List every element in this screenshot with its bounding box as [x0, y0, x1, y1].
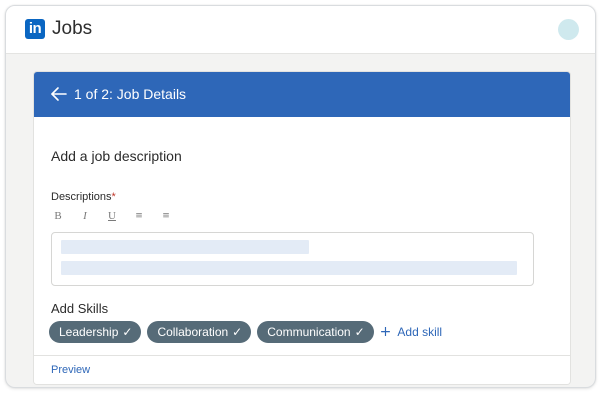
- skill-chip-collaboration[interactable]: Collaboration ✓: [147, 321, 252, 343]
- linkedin-logo[interactable]: in: [25, 19, 45, 39]
- description-label: Descriptions*: [51, 191, 116, 204]
- app-window: in Jobs 1 of 2: Job Details Add a job de…: [5, 5, 596, 388]
- job-form-card: 1 of 2: Job Details Add a job descriptio…: [33, 71, 571, 385]
- skills-title: Add Skills: [51, 301, 109, 316]
- check-icon: ✓: [232, 325, 243, 339]
- skill-chip-label: Leadership: [59, 325, 119, 339]
- skill-chip-leadership[interactable]: Leadership ✓: [49, 321, 142, 343]
- skill-chip-label: Communication: [267, 325, 351, 339]
- preview-link[interactable]: Preview: [51, 364, 90, 377]
- step-header: 1 of 2: Job Details: [34, 72, 570, 117]
- add-skill-button[interactable]: + Add skill: [380, 321, 442, 343]
- avatar[interactable]: [558, 19, 579, 40]
- plus-icon: +: [379, 324, 392, 340]
- formatting-toolbar: B I U ≡ ≡: [51, 209, 186, 223]
- skill-chip-label: Collaboration: [157, 325, 229, 339]
- top-bar: in Jobs: [6, 6, 595, 54]
- numbered-list-icon[interactable]: ≡: [159, 209, 173, 223]
- required-marker: *: [111, 191, 116, 203]
- add-skill-label: Add skill: [397, 325, 443, 339]
- description-editor[interactable]: [51, 232, 534, 286]
- check-icon: ✓: [354, 325, 365, 339]
- bulleted-list-icon[interactable]: ≡: [132, 209, 146, 223]
- underline-icon[interactable]: U: [105, 209, 119, 223]
- text-placeholder-line: [61, 261, 517, 275]
- step-title: 1 of 2: Job Details: [74, 86, 187, 102]
- skills-list: Leadership ✓ Collaboration ✓ Communication…: [49, 321, 442, 343]
- section-title: Add a job description: [51, 148, 182, 164]
- arrow-left-icon[interactable]: [49, 84, 69, 104]
- skill-chip-communication[interactable]: Communication ✓: [257, 321, 374, 343]
- italic-icon[interactable]: I: [78, 209, 92, 223]
- text-placeholder-line: [61, 240, 309, 254]
- app-title: Jobs: [52, 18, 93, 39]
- card-footer: Preview: [34, 355, 570, 384]
- description-label-text: Descriptions: [51, 191, 112, 203]
- screen: in Jobs 1 of 2: Job Details Add a job de…: [0, 0, 601, 394]
- bold-icon[interactable]: B: [51, 209, 65, 223]
- check-icon: ✓: [122, 325, 133, 339]
